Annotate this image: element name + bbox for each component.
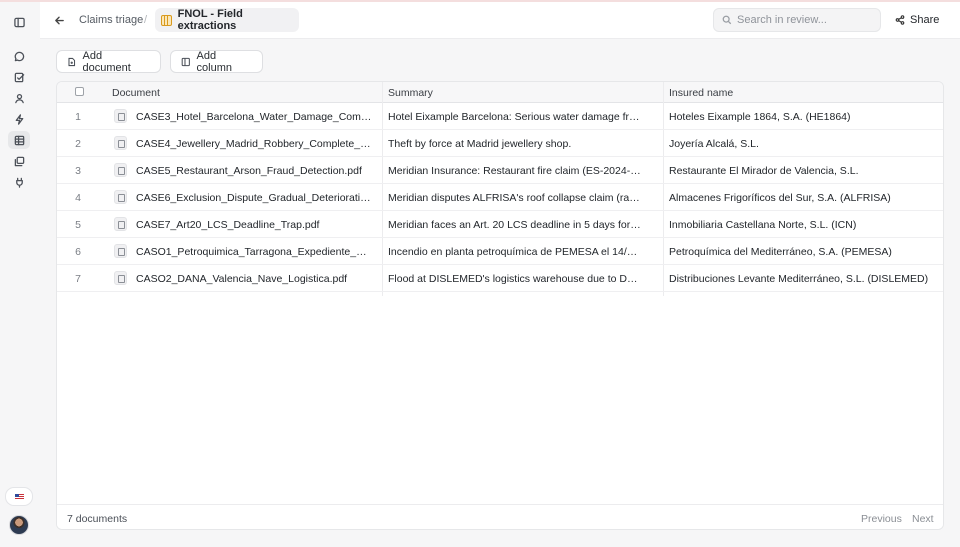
table-row[interactable]: 3 CASE5_Restaurant_Arson_Fraud_Detection… [57,157,943,184]
library-icon[interactable] [8,152,30,170]
insured-name-cell[interactable]: Inmobiliaria Castellana Norte, S.L. (ICN… [669,219,939,231]
row-number: 3 [75,165,81,177]
table-row[interactable]: 7 CASO2_DANA_Valencia_Nave_Logistica.pdf… [57,265,943,292]
document-name[interactable]: CASE6_Exclusion_Dispute_Gradual_Deterior… [136,192,374,204]
add-file-icon [68,57,76,66]
document-name[interactable]: CASE3_Hotel_Barcelona_Water_Damage_Compl… [136,111,374,123]
plug-icon[interactable] [8,173,30,191]
next-page-button[interactable]: Next [912,513,934,525]
summary-cell[interactable]: Meridian Insurance: Restaurant fire clai… [388,165,642,177]
bolt-icon[interactable] [8,110,30,128]
add-column-button[interactable]: Add column [170,49,263,74]
document-count: 7 documents [67,513,128,525]
summary-cell[interactable]: Hotel Eixample Barcelona: Serious water … [388,111,642,123]
search-input[interactable] [737,14,877,26]
row-number: 7 [75,273,81,285]
pdf-file-icon [114,190,127,204]
summary-cell[interactable]: Theft by force at Madrid jewellery shop. [388,138,642,150]
pdf-file-icon [114,109,127,123]
document-name[interactable]: CASO2_DANA_Valencia_Nave_Logistica.pdf [136,273,374,285]
pdf-file-icon [114,217,127,231]
pdf-file-icon [114,163,127,177]
row-number: 4 [75,192,81,204]
share-icon [895,15,905,25]
breadcrumb-current: FNOL - Field extractions [155,8,299,32]
row-number: 6 [75,246,81,258]
summary-cell[interactable]: Flood at DISLEMED's logistics warehouse … [388,273,642,285]
table-badge-icon [161,14,172,26]
row-number: 5 [75,219,81,231]
table-row[interactable]: 5 CASE7_Art20_LCS_Deadline_Trap.pdf Meri… [57,211,943,238]
insured-name-cell[interactable]: Restaurante El Mirador de Valencia, S.L. [669,165,939,177]
us-flag-icon [14,493,24,500]
row-number: 1 [75,111,81,123]
left-rail [0,2,40,547]
review-icon[interactable] [8,68,30,86]
previous-page-button[interactable]: Previous [861,513,902,525]
document-name[interactable]: CASE5_Restaurant_Arson_Fraud_Detection.p… [136,165,374,177]
breadcrumb-parent[interactable]: Claims triage [79,14,143,26]
document-name[interactable]: CASO1_Petroquimica_Tarragona_Expediente_… [136,246,374,258]
add-document-button[interactable]: Add document [56,49,161,74]
table-icon[interactable] [8,131,30,149]
select-all-checkbox[interactable] [75,87,84,96]
insured-name-cell[interactable]: Joyería Alcalá, S.L. [669,138,939,150]
insured-name-cell[interactable]: Almacenes Frigoríficos del Sur, S.A. (AL… [669,192,939,204]
search-icon [722,15,732,25]
user-icon[interactable] [8,89,30,107]
row-number: 2 [75,138,81,150]
pdf-file-icon [114,136,127,150]
document-name[interactable]: CASE7_Art20_LCS_Deadline_Trap.pdf [136,219,374,231]
column-header-document[interactable]: Document [112,87,160,99]
summary-cell[interactable]: Meridian disputes ALFRISA's roof collaps… [388,192,642,204]
table-footer: 7 documents Previous Next [57,504,943,529]
column-header-insured-name[interactable]: Insured name [669,87,733,99]
table-header: Document Summary Insured name [57,82,943,103]
insured-name-cell[interactable]: Petroquímica del Mediterráneo, S.A. (PEM… [669,246,939,258]
share-label: Share [910,14,940,26]
table-row[interactable]: 6 CASO1_Petroquimica_Tarragona_Expedient… [57,238,943,265]
panel-toggle-icon[interactable] [8,13,30,31]
language-selector[interactable] [5,487,33,506]
add-document-label: Add document [82,49,131,74]
document-name[interactable]: CASE4_Jewellery_Madrid_Robbery_Complete_… [136,138,374,150]
table-row[interactable]: 1 CASE3_Hotel_Barcelona_Water_Damage_Com… [57,103,943,130]
avatar[interactable] [9,515,29,535]
table-row[interactable]: 2 CASE4_Jewellery_Madrid_Robbery_Complet… [57,130,943,157]
column-header-summary[interactable]: Summary [388,87,433,99]
insured-name-cell[interactable]: Distribuciones Levante Mediterráneo, S.L… [669,273,939,285]
summary-cell[interactable]: Incendio en planta petroquímica de PEMES… [388,246,642,258]
pdf-file-icon [114,271,127,285]
documents-table: Document Summary Insured name 1 CASE3_Ho… [56,81,944,530]
pdf-file-icon [114,244,127,258]
chat-icon[interactable] [8,47,30,65]
insured-name-cell[interactable]: Hoteles Eixample 1864, S.A. (HE1864) [669,111,939,123]
search-box [713,8,881,32]
column-icon [181,57,190,66]
breadcrumb-separator: / [144,14,148,26]
back-arrow-icon[interactable] [52,13,66,27]
add-column-label: Add column [196,49,233,74]
top-header: Claims triage / FNOL - Field extractions… [40,2,960,39]
share-button[interactable]: Share [895,12,939,28]
page-title: FNOL - Field extractions [177,8,243,32]
summary-cell[interactable]: Meridian faces an Art. 20 LCS deadline i… [388,219,642,231]
table-row[interactable]: 4 CASE6_Exclusion_Dispute_Gradual_Deteri… [57,184,943,211]
